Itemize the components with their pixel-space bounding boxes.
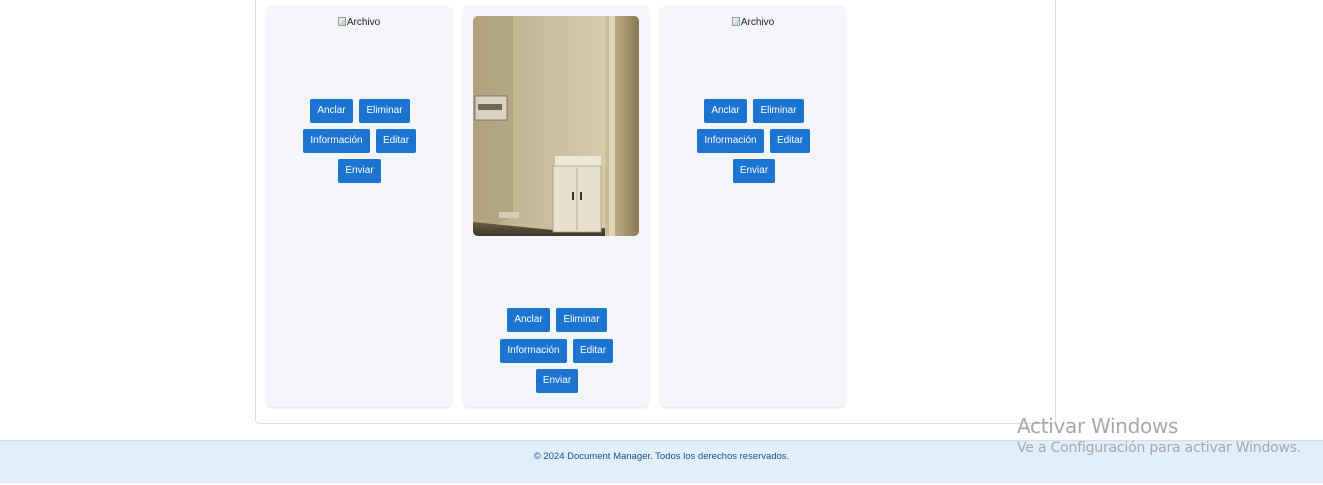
document-card: Anclar Eliminar Información Editar Envia… (463, 6, 649, 407)
thumbnail-alt-text: Archivo (740, 17, 775, 28)
info-button[interactable]: Información (500, 339, 567, 363)
info-button[interactable]: Información (697, 129, 764, 153)
activate-windows-subtitle: Ve a Configuración para activar Windows. (1017, 440, 1302, 456)
info-button[interactable]: Información (303, 129, 370, 153)
broken-image-icon (337, 17, 346, 26)
document-thumbnail[interactable]: Archivo (266, 17, 452, 28)
send-button[interactable]: Enviar (536, 369, 578, 393)
pin-button[interactable]: Anclar (507, 308, 550, 332)
delete-button[interactable]: Eliminar (359, 99, 410, 123)
document-card: Archivo Anclar Eliminar Información Edit… (660, 6, 846, 407)
room-photo-image (473, 16, 639, 236)
document-grid-panel: Archivo Anclar Eliminar Información Edit… (255, 0, 1056, 424)
edit-button[interactable]: Editar (770, 129, 810, 153)
thumbnail-alt-text: Archivo (346, 17, 381, 28)
pin-button[interactable]: Anclar (310, 99, 353, 123)
document-thumbnail[interactable]: Archivo (660, 17, 846, 28)
document-photo-thumbnail[interactable] (473, 16, 639, 236)
send-button[interactable]: Enviar (733, 159, 775, 183)
activate-windows-title: Activar Windows (1017, 414, 1179, 438)
delete-button[interactable]: Eliminar (556, 308, 607, 332)
send-button[interactable]: Enviar (338, 159, 381, 183)
edit-button[interactable]: Editar (573, 339, 613, 363)
broken-image-icon (731, 17, 740, 26)
pin-button[interactable]: Anclar (704, 99, 747, 123)
document-card: Archivo Anclar Eliminar Información Edit… (266, 6, 452, 407)
delete-button[interactable]: Eliminar (753, 99, 804, 123)
edit-button[interactable]: Editar (376, 129, 416, 153)
